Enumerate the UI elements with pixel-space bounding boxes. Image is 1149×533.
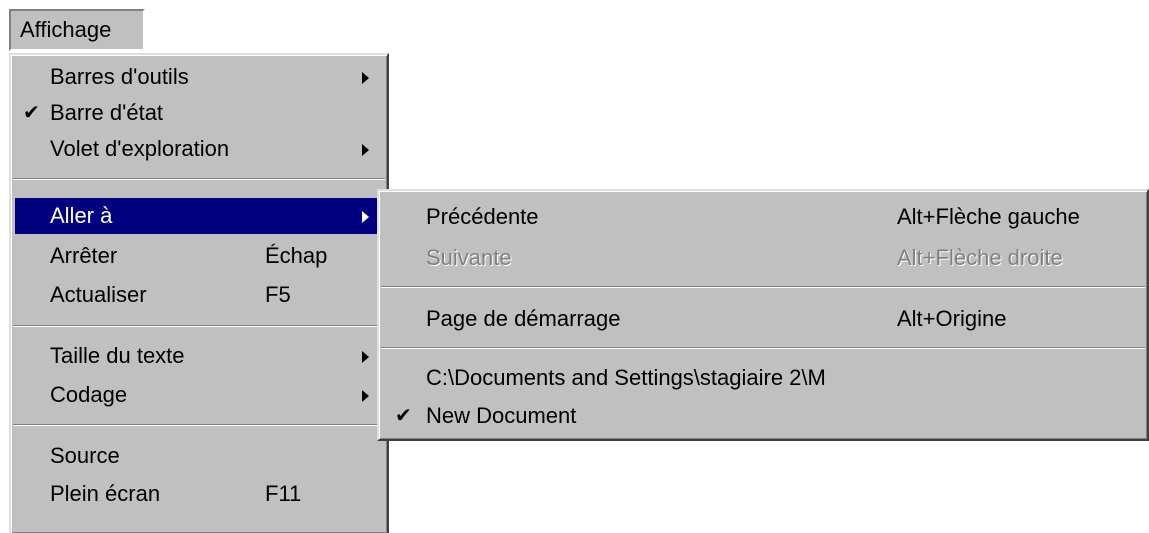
submenu-item-label: Suivante	[426, 245, 512, 270]
affichage-dropdown-menu: Barres d'outils ✔ Barre d'état Volet d'e…	[9, 53, 389, 533]
menu-item-label: Taille du texte	[50, 343, 185, 368]
menu-item-label: Volet d'exploration	[50, 136, 230, 161]
menu-item-aller-a[interactable]: Aller à	[15, 198, 383, 234]
menu-item-barres-outils[interactable]: Barres d'outils	[15, 59, 383, 95]
menu-item-source[interactable]: Source	[15, 438, 383, 474]
menu-item-codage[interactable]: Codage	[15, 377, 383, 413]
menu-item-barre-etat[interactable]: ✔ Barre d'état	[15, 95, 383, 131]
menu-item-shortcut: Échap	[265, 243, 328, 268]
submenu-item-new-document[interactable]: ✔ New Document	[383, 398, 1143, 434]
menu-separator	[13, 178, 385, 180]
menu-item-label: Barres d'outils	[50, 64, 189, 89]
menu-item-taille-texte[interactable]: Taille du texte	[15, 338, 383, 374]
menu-item-actualiser[interactable]: Actualiser F5	[15, 277, 383, 313]
menu-item-label: Codage	[50, 382, 128, 407]
checkmark-icon: ✔	[23, 102, 40, 124]
submenu-item-shortcut: Alt+Flèche droite	[897, 245, 1063, 270]
menu-affichage[interactable]: Affichage	[9, 9, 145, 51]
menu-item-label: Plein écran	[50, 481, 161, 506]
menu-separator	[381, 286, 1145, 288]
menu-item-label: Barre d'état	[50, 100, 164, 125]
submenu-item-history-path[interactable]: C:\Documents and Settings\stagiaire 2\M	[383, 360, 1143, 396]
submenu-item-precedente[interactable]: Précédente Alt+Flèche gauche	[383, 199, 1143, 235]
submenu-item-suivante[interactable]: Suivante Alt+Flèche droite	[383, 240, 1143, 276]
submenu-item-page-demarrage[interactable]: Page de démarrage Alt+Origine	[383, 301, 1143, 337]
submenu-item-label: Page de démarrage	[426, 306, 621, 331]
menu-item-label: Actualiser	[50, 282, 147, 307]
submenu-item-label: New Document	[426, 403, 577, 428]
menu-separator	[13, 325, 385, 327]
submenu-item-shortcut: Alt+Origine	[897, 306, 1007, 331]
menu-item-plein-ecran[interactable]: Plein écran F11	[15, 476, 383, 512]
menu-item-arreter[interactable]: Arrêter Échap	[15, 238, 383, 274]
checkmark-icon: ✔	[395, 405, 412, 427]
submenu-arrow-icon	[362, 390, 369, 402]
submenu-arrow-icon	[362, 351, 369, 363]
submenu-arrow-icon	[362, 144, 369, 156]
menu-affichage-label: Affichage	[20, 17, 112, 42]
menu-item-shortcut: F5	[265, 282, 291, 307]
submenu-item-label: Précédente	[426, 204, 539, 229]
menu-item-shortcut: F11	[265, 481, 302, 506]
menu-item-label: Arrêter	[50, 243, 118, 268]
submenu-arrow-icon	[362, 72, 369, 84]
submenu-arrow-icon	[362, 211, 369, 223]
menu-separator	[13, 424, 385, 426]
menu-item-label: Aller à	[50, 203, 113, 228]
submenu-item-label: C:\Documents and Settings\stagiaire 2\M	[426, 365, 826, 390]
menu-item-label: Source	[50, 443, 120, 468]
submenu-item-shortcut: Alt+Flèche gauche	[897, 204, 1080, 229]
menu-item-volet-exploration[interactable]: Volet d'exploration	[15, 131, 383, 167]
menu-separator	[381, 347, 1145, 349]
aller-a-submenu: Précédente Alt+Flèche gauche Suivante Al…	[377, 189, 1149, 441]
